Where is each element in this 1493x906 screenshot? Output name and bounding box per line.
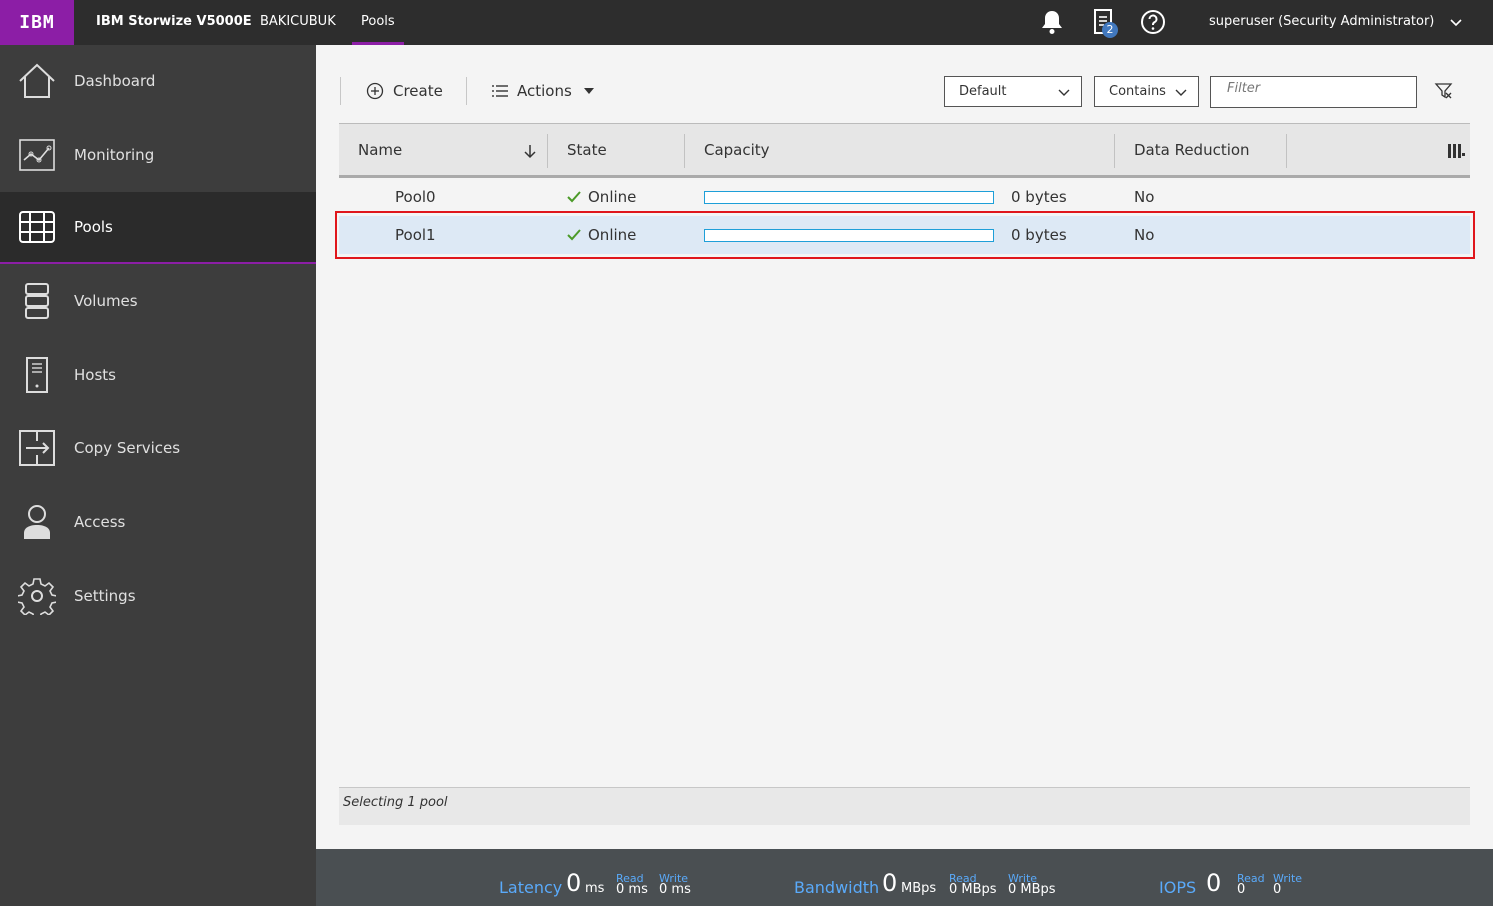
sidebar-item-hosts[interactable]: Hosts [0,339,316,411]
sidebar-item-label: Monitoring [74,146,155,164]
view-select-value: Default [959,84,1007,99]
capacity-bar [704,191,994,204]
breadcrumb-product[interactable]: IBM Storwize V5000E [96,0,252,45]
match-select-value: Contains [1109,84,1166,99]
sidebar: Dashboard Monitoring Pools Volumes Hosts… [0,45,316,906]
pool-state: Online [567,216,636,254]
tasks-icon[interactable]: 2 [1089,8,1118,38]
column-header-capacity[interactable]: Capacity [704,124,770,176]
create-button[interactable]: Create [366,77,443,105]
sidebar-item-label: Dashboard [74,72,156,90]
latency-unit: ms [585,881,605,896]
pool-state: Online [567,178,636,216]
filter-input[interactable]: Filter [1210,76,1417,108]
help-icon[interactable] [1139,8,1167,36]
sidebar-item-pools[interactable]: Pools [0,192,316,264]
access-icon [18,503,56,541]
main-content: Create Actions Default Contains Filter N… [316,45,1493,849]
column-settings-icon[interactable] [1446,141,1466,161]
latency-label: Latency [499,878,563,897]
iops-value: 0 [1206,869,1222,897]
pool-capacity: 0 bytes [1011,226,1067,244]
sidebar-item-label: Settings [74,587,136,605]
bandwidth-unit: MBps [901,881,937,896]
chevron-down-icon[interactable] [1448,14,1464,30]
sidebar-item-label: Hosts [74,366,116,384]
iops-write: 0 [1273,882,1282,897]
sidebar-item-label: Access [74,513,126,531]
hosts-icon [18,356,56,394]
notification-badge: 2 [1102,22,1118,38]
sidebar-item-monitoring[interactable]: Monitoring [0,119,316,191]
settings-icon [18,577,56,615]
table-header: Name State Capacity Data Reduction [339,123,1470,178]
home-icon [18,62,56,100]
bandwidth-value: 0 [882,869,898,897]
sort-descending-icon[interactable] [522,143,538,159]
list-icon [492,85,508,97]
pool-name: Pool0 [395,188,436,206]
user-menu[interactable]: superuser (Security Administrator) [1209,0,1434,45]
column-header-state[interactable]: State [567,124,607,176]
table-row[interactable]: Pool0 Online 0 bytes No [339,178,1470,216]
clear-filter-icon[interactable] [1434,81,1454,101]
column-divider [1114,134,1115,168]
actions-button[interactable]: Actions [491,77,594,105]
toolbar-divider [340,77,341,105]
view-select[interactable]: Default [944,76,1082,107]
breadcrumb-system[interactable]: BAKICUBUK [260,0,336,45]
sidebar-item-settings[interactable]: Settings [0,560,316,632]
bandwidth-read: 0 MBps [949,882,997,897]
pool-name: Pool1 [395,226,436,244]
column-divider [1286,134,1287,168]
sidebar-item-label: Copy Services [74,439,181,457]
create-label: Create [393,82,443,100]
column-header-name[interactable]: Name [358,124,402,176]
pool-data-reduction: No [1134,188,1155,206]
column-header-data-reduction[interactable]: Data Reduction [1134,124,1250,176]
latency-write: 0 ms [659,882,691,897]
iops-label: IOPS [1159,878,1197,897]
sidebar-item-copy-services[interactable]: Copy Services [0,412,316,484]
latency-value: 0 [566,869,582,897]
chevron-down-icon [1058,89,1070,96]
breadcrumb-page[interactable]: Pools [352,0,404,45]
actions-label: Actions [517,82,572,100]
iops-read: 0 [1237,882,1246,897]
pool-state-label: Online [588,188,637,206]
sidebar-item-dashboard[interactable]: Dashboard [0,45,316,117]
volumes-icon [18,282,56,320]
pool-data-reduction: No [1134,226,1155,244]
table-row[interactable]: Pool1 Online 0 bytes No [339,216,1470,254]
sidebar-item-label: Volumes [74,292,138,310]
pools-icon [18,208,56,246]
checkmark-icon [567,229,581,241]
pools-table: Name State Capacity Data Reduction Pool0… [339,123,1470,254]
chevron-down-icon [1175,89,1187,96]
top-bar: IBM IBM Storwize V5000E BAKICUBUK Pools … [0,0,1493,45]
match-select[interactable]: Contains [1094,76,1199,107]
sidebar-item-volumes[interactable]: Volumes [0,265,316,337]
table-status: Selecting 1 pool [339,787,1470,825]
bandwidth-write: 0 MBps [1008,882,1056,897]
performance-bar: Latency 0 ms Read 0 ms Write 0 ms Bandwi… [316,849,1493,906]
sidebar-item-access[interactable]: Access [0,486,316,558]
copy-services-icon [18,429,56,467]
bandwidth-label: Bandwidth [794,878,880,897]
latency-read: 0 ms [616,882,648,897]
checkmark-icon [567,191,581,203]
capacity-bar [704,229,994,242]
toolbar-divider [466,77,467,105]
monitoring-icon [18,136,56,174]
bell-icon[interactable] [1038,8,1066,36]
sidebar-item-label: Pools [74,218,113,236]
caret-down-icon [583,88,594,94]
pool-state-label: Online [588,226,637,244]
column-divider [547,134,548,168]
pool-capacity: 0 bytes [1011,188,1067,206]
ibm-logo[interactable]: IBM [0,0,74,45]
add-icon [366,82,384,100]
column-divider [684,134,685,168]
